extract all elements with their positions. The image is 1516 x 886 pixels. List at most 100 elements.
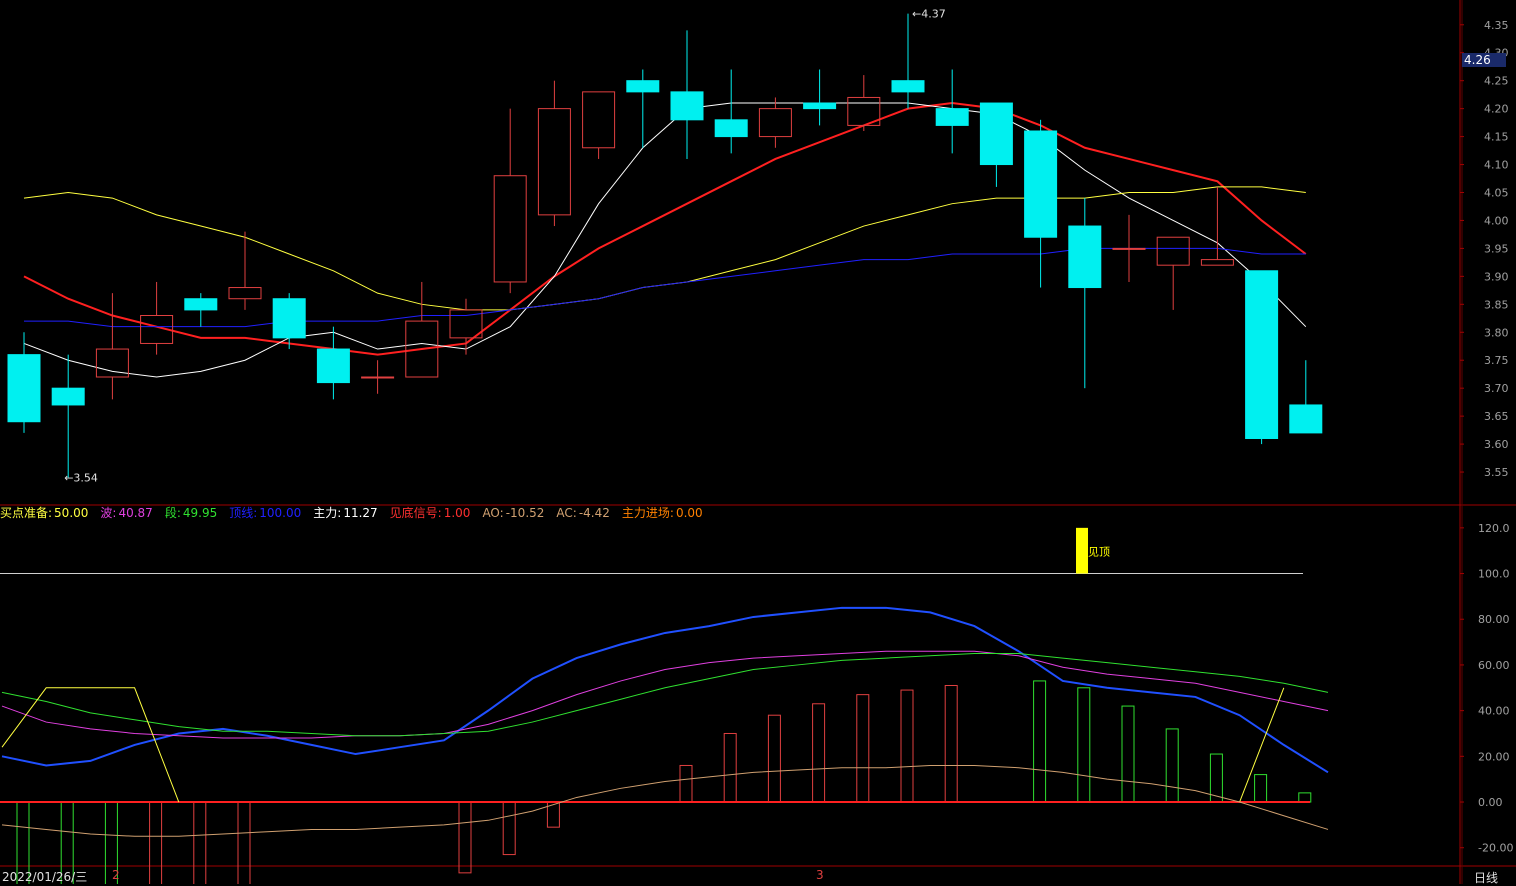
current-price-tag: 4.26: [1462, 53, 1506, 67]
candle-up: [1156, 236, 1190, 266]
legend-label: 顶线:: [229, 506, 258, 520]
candle-down: [1245, 270, 1279, 440]
period-button[interactable]: 日线: [1474, 869, 1498, 886]
price-tick-label: 3.65: [1484, 410, 1509, 423]
price-tick-label: 4.10: [1484, 159, 1509, 172]
candle-up: [493, 175, 527, 283]
histogram-bar: [723, 732, 737, 803]
legend-label: 波:: [100, 506, 117, 520]
low-price-label: ←3.54: [64, 472, 98, 485]
candle-up: [1200, 259, 1234, 266]
price-axis: 4.354.304.254.204.154.104.054.003.953.90…: [1460, 19, 1509, 479]
indicator-panel: 见顶: [0, 527, 1329, 884]
candle-down: [891, 80, 925, 93]
legend-value: 11.27: [343, 506, 378, 520]
indicator-tick-label: 60.00: [1478, 659, 1510, 672]
price-tick-label: 3.85: [1484, 298, 1509, 311]
price-tick-label: 3.90: [1484, 270, 1509, 283]
candle-down: [670, 91, 704, 121]
candle-up: [537, 108, 571, 216]
date-label: 2022/01/26/三: [2, 870, 88, 884]
candle-down: [7, 354, 41, 423]
legend-label: 主力:: [313, 506, 342, 520]
histogram-bar: [193, 801, 207, 884]
price-tick-label: 3.95: [1484, 242, 1509, 255]
histogram-bar: [679, 764, 693, 803]
histogram-bar: [1298, 792, 1312, 803]
indicator-tick-label: 20.00: [1478, 750, 1510, 763]
histogram-bar: [1165, 728, 1179, 803]
price-tick-label: 4.25: [1484, 75, 1509, 88]
chart-annotations: ←4.37 ←3.54: [64, 8, 946, 485]
legend-item: 主力: 11.27: [313, 506, 383, 520]
moving-average-lines: [23, 102, 1307, 378]
histogram-bar: [812, 703, 826, 803]
indicator-line: [1, 687, 180, 803]
indicator-line: [1, 606, 1329, 774]
month-mark-feb: 2: [112, 868, 120, 882]
price-tick-label: 3.80: [1484, 326, 1509, 339]
indicator-line: [1239, 687, 1285, 803]
legend-label: 见底信号:: [389, 506, 442, 520]
ma-line: [23, 102, 1307, 356]
indicator-line: [1, 653, 1329, 737]
legend-label: 买点准备:: [0, 506, 53, 520]
legend-value: 49.95: [182, 506, 218, 520]
histogram-bar: [1033, 680, 1047, 803]
histogram-bar: [502, 801, 516, 856]
price-tick-label: 3.70: [1484, 382, 1509, 395]
top-signal-marker: [1076, 527, 1088, 574]
high-price-label: ←4.37: [912, 8, 946, 21]
legend-label: 段:: [164, 506, 181, 520]
candle-down: [979, 102, 1013, 166]
candle-down: [935, 108, 969, 126]
candle-down: [316, 348, 350, 384]
candle-down: [714, 119, 748, 138]
histogram-bar: [944, 685, 958, 803]
candle-down: [1024, 130, 1058, 238]
legend-item: 顶线: 100.00: [229, 506, 307, 520]
indicator-tick-label: 100.0: [1478, 568, 1510, 581]
candle-down: [184, 298, 218, 311]
legend-item: AO: -10.52: [482, 506, 550, 520]
ma-line: [24, 247, 1306, 328]
candlesticks: [7, 13, 1323, 478]
ma-line: [23, 102, 1307, 378]
candle-up: [582, 91, 616, 149]
candle-up: [228, 287, 262, 300]
indicator-tick-label: -20.00: [1478, 842, 1513, 855]
price-tick-label: 4.15: [1484, 131, 1509, 144]
indicator-tick-label: 80.00: [1478, 613, 1510, 626]
indicator-tick-label: 40.00: [1478, 705, 1510, 718]
indicator-legend: 买点准备: 50.00 波: 40.87 段: 49.95 顶线: 100.00 主力: 11.2…: [0, 503, 715, 523]
histogram-bar: [1077, 687, 1091, 803]
legend-label: 主力进场:: [621, 506, 674, 520]
stock-chart: 4.354.304.254.204.154.104.054.003.953.90…: [0, 0, 1516, 884]
price-tick-label: 4.00: [1484, 214, 1509, 227]
legend-value: -4.42: [578, 506, 610, 520]
indicator-tick-label: 0.00: [1478, 796, 1503, 809]
histogram-bar: [149, 801, 163, 884]
price-tick-label: 3.55: [1484, 466, 1509, 479]
candle-down: [803, 102, 837, 110]
legend-item: 买点准备: 50.00: [0, 506, 94, 520]
candle-down: [1068, 225, 1102, 289]
indicator-axis: 120.0 100.0 80.00 60.00 40.00 20.00 0.00 -20.00: [1460, 522, 1513, 855]
histogram-bar: [458, 801, 472, 874]
legend-value: 40.87: [118, 506, 153, 520]
price-tick-label: 4.20: [1484, 103, 1509, 116]
histogram-bar: [237, 801, 251, 884]
candle-down: [51, 387, 85, 406]
legend-item: 见底信号: 1.00: [390, 506, 477, 520]
histogram-bar: [1254, 774, 1268, 803]
price-tick-label: 3.75: [1484, 354, 1509, 367]
candle-up: [361, 376, 395, 379]
histogram-bar: [767, 714, 781, 803]
candle-down: [626, 80, 660, 93]
indicator-line: [1, 650, 1329, 739]
legend-value: 0.00: [675, 506, 703, 520]
legend-value: 1.00: [443, 506, 471, 520]
indicator-tick-label: 120.0: [1478, 522, 1510, 535]
chart-grid: [0, 0, 1516, 884]
candle-up: [1112, 247, 1146, 250]
